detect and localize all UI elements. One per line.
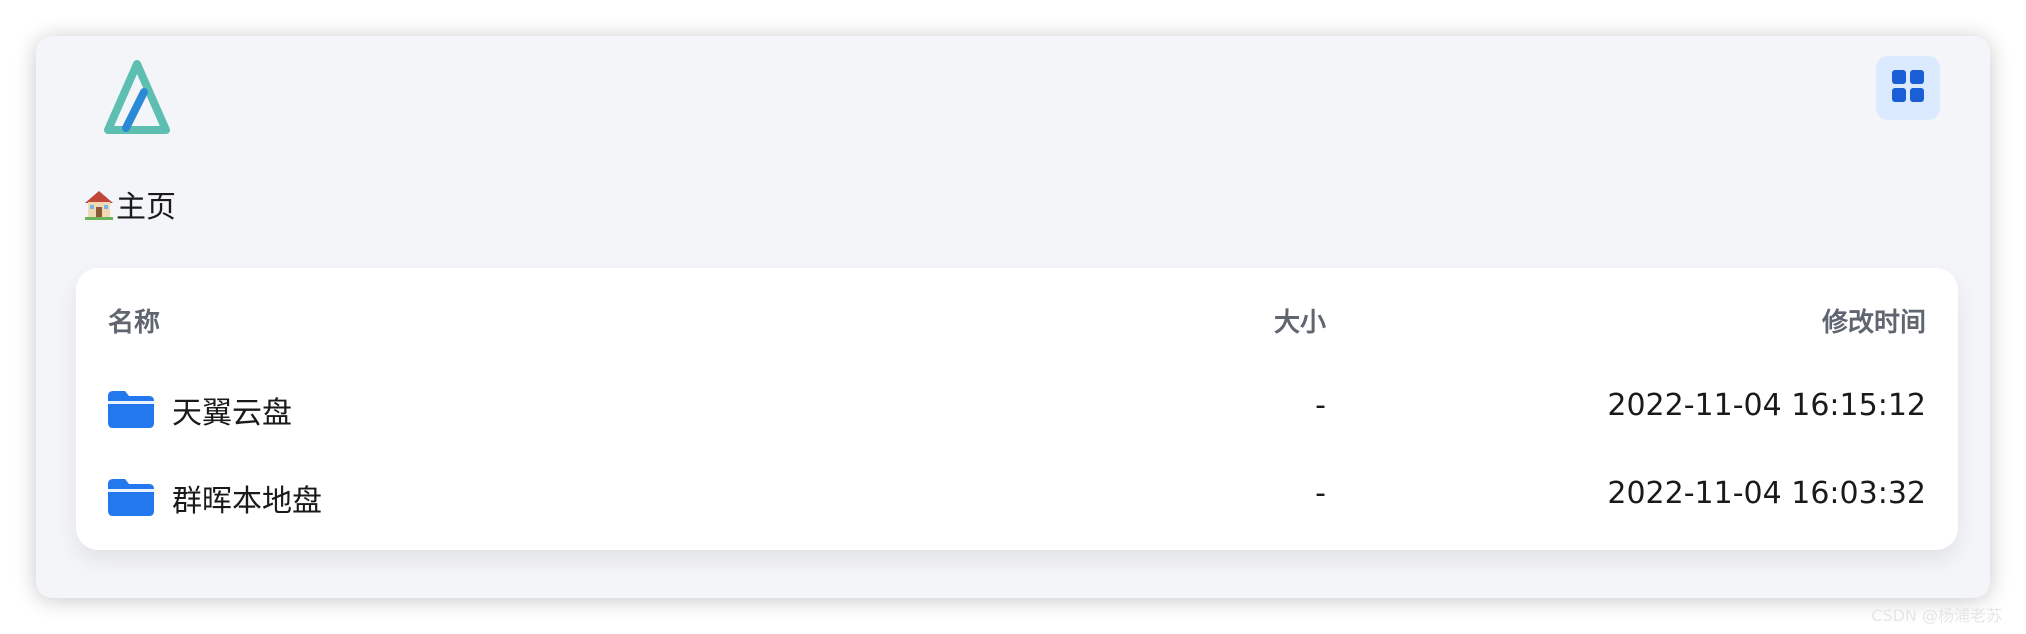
app-window: 主页 名称 大小 修改时间 天翼云盘 - 2022-11-04 16:15:12 — [36, 36, 1990, 598]
table-header: 名称 大小 修改时间 — [76, 268, 1958, 372]
watermark: CSDN @杨浦老苏 — [1871, 606, 2002, 625]
column-header-name[interactable]: 名称 — [108, 302, 160, 339]
file-size: - — [1315, 388, 1326, 423]
folder-icon — [108, 478, 154, 516]
file-name[interactable]: 天翼云盘 — [172, 388, 292, 432]
folder-icon — [108, 390, 154, 428]
table-row[interactable]: 天翼云盘 - 2022-11-04 16:15:12 — [76, 364, 1958, 452]
file-list-panel: 名称 大小 修改时间 天翼云盘 - 2022-11-04 16:15:12 群晖… — [76, 268, 1958, 550]
file-size: - — [1315, 476, 1326, 511]
grid-icon — [1891, 69, 1925, 107]
breadcrumb-home-label[interactable]: 主页 — [116, 182, 176, 226]
layout-toggle-button[interactable] — [1876, 56, 1940, 120]
file-name[interactable]: 群晖本地盘 — [172, 476, 322, 520]
file-modified: 2022-11-04 16:03:32 — [1607, 476, 1926, 511]
file-modified: 2022-11-04 16:15:12 — [1607, 388, 1926, 423]
table-row[interactable]: 群晖本地盘 - 2022-11-04 16:03:32 — [76, 452, 1958, 540]
column-header-size[interactable]: 大小 — [1274, 302, 1326, 339]
alist-logo-icon[interactable] — [92, 50, 182, 136]
house-icon — [82, 187, 116, 221]
breadcrumb[interactable]: 主页 — [82, 182, 176, 226]
column-header-modified[interactable]: 修改时间 — [1822, 302, 1926, 339]
